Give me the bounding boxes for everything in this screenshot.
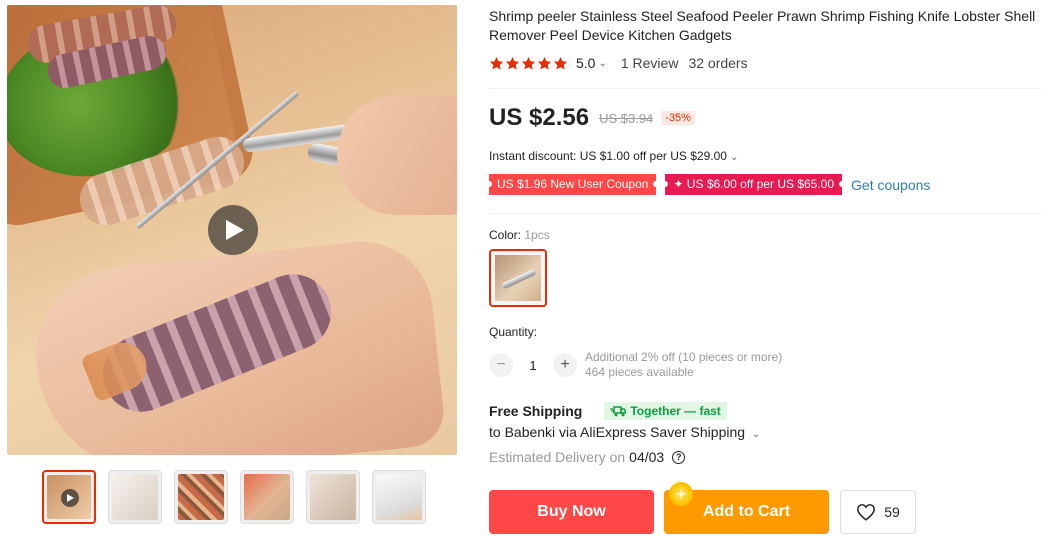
estimated-delivery: Estimated Delivery on 04/03 ? xyxy=(489,449,686,465)
instant-discount[interactable]: Instant discount: US $1.00 off per US $2… xyxy=(489,149,752,163)
reviews-link[interactable]: 1 Review xyxy=(621,55,679,71)
thumbnail-image[interactable] xyxy=(306,470,360,524)
bulk-discount-text: Additional 2% off (10 pieces or more) xyxy=(585,350,783,364)
star-icon xyxy=(521,56,536,69)
chevron-down-icon: ⌄ xyxy=(751,429,761,440)
shipping-route-text: to Babenki via AliExpress Saver Shipping xyxy=(489,424,746,440)
divider xyxy=(489,213,1041,214)
star-icon xyxy=(553,56,568,69)
star-icon xyxy=(489,56,504,69)
quantity-stepper: − 1 + Additional 2% off (10 pieces or mo… xyxy=(489,350,782,380)
shipping-route[interactable]: to Babenki via AliExpress Saver Shipping… xyxy=(489,424,774,440)
action-buttons: Buy Now Add to Cart 59 xyxy=(489,482,916,534)
free-shipping-label: Free Shipping xyxy=(489,403,583,419)
buy-now-button[interactable]: Buy Now xyxy=(489,490,654,534)
original-price: US $3.94 xyxy=(599,110,654,126)
rating-value[interactable]: 5.0 xyxy=(576,55,595,71)
quantity-label: Quantity: xyxy=(489,325,538,339)
wishlist-count: 59 xyxy=(884,504,900,520)
shipping-header: Free Shipping Together — fast xyxy=(489,402,727,420)
get-coupons-link[interactable]: Get coupons xyxy=(851,177,930,193)
thumbnail-image[interactable] xyxy=(174,470,228,524)
quantity-value[interactable]: 1 xyxy=(513,358,553,373)
quantity-increase-button[interactable]: + xyxy=(553,353,577,377)
color-value: 1pcs xyxy=(524,228,550,242)
thumbnail-video[interactable] xyxy=(42,470,96,524)
estimated-delivery-label: Estimated Delivery on xyxy=(489,449,626,465)
play-icon xyxy=(61,489,79,507)
coupon-row: US $1.96 New User Coupon ✦ US $6.00 off … xyxy=(485,174,930,195)
play-icon xyxy=(226,220,244,240)
truck-icon xyxy=(610,405,627,416)
add-to-cart-button[interactable]: Add to Cart xyxy=(664,482,829,534)
discount-badge: -35% xyxy=(661,111,695,125)
divider xyxy=(489,88,1041,89)
star-rating xyxy=(489,56,568,71)
add-to-cart-label: Add to Cart xyxy=(702,503,791,520)
thumbnail-strip xyxy=(42,470,426,524)
quantity-decrease-button[interactable]: − xyxy=(489,353,513,377)
orders-count: 32 orders xyxy=(688,55,748,71)
color-label-text: Color: xyxy=(489,228,522,242)
wishlist-button[interactable]: 59 xyxy=(840,490,916,534)
quantity-info: Additional 2% off (10 pieces or more) 46… xyxy=(585,350,782,380)
star-icon xyxy=(537,56,552,69)
estimated-delivery-date: 04/03 xyxy=(629,449,665,465)
chevron-down-icon: ⌄ xyxy=(729,152,739,163)
new-user-coupon[interactable]: US $1.96 New User Coupon xyxy=(485,174,660,195)
color-swatch-selected[interactable] xyxy=(489,249,547,307)
main-product-image[interactable] xyxy=(7,5,457,455)
store-coupon[interactable]: ✦ US $6.00 off per US $65.00 xyxy=(662,174,845,195)
price-row: US $2.56 US $3.94 -35% xyxy=(489,104,695,132)
current-price: US $2.56 xyxy=(489,104,590,131)
play-video-button[interactable] xyxy=(208,205,258,255)
rating-row: 5.0 ⌄ 1 Review 32 orders xyxy=(489,55,748,71)
help-icon[interactable]: ? xyxy=(672,450,686,464)
thumbnail-image[interactable] xyxy=(108,470,162,524)
together-badge-text: Together — fast xyxy=(630,404,721,418)
thumbnail-image[interactable] xyxy=(240,470,294,524)
sparkle-icon xyxy=(669,482,693,506)
color-label: Color: 1pcs xyxy=(489,228,550,242)
thumbnail-image[interactable] xyxy=(372,470,426,524)
instant-discount-text: Instant discount: US $1.00 off per US $2… xyxy=(489,149,727,163)
product-title: Shrimp peeler Stainless Steel Seafood Pe… xyxy=(489,8,1036,43)
hand-graphic xyxy=(337,95,457,215)
chevron-down-icon[interactable]: ⌄ xyxy=(598,58,606,69)
heart-icon xyxy=(857,504,876,521)
stock-available-text: 464 pieces available xyxy=(585,365,694,379)
star-icon xyxy=(505,56,520,69)
together-badge: Together — fast xyxy=(604,402,727,420)
